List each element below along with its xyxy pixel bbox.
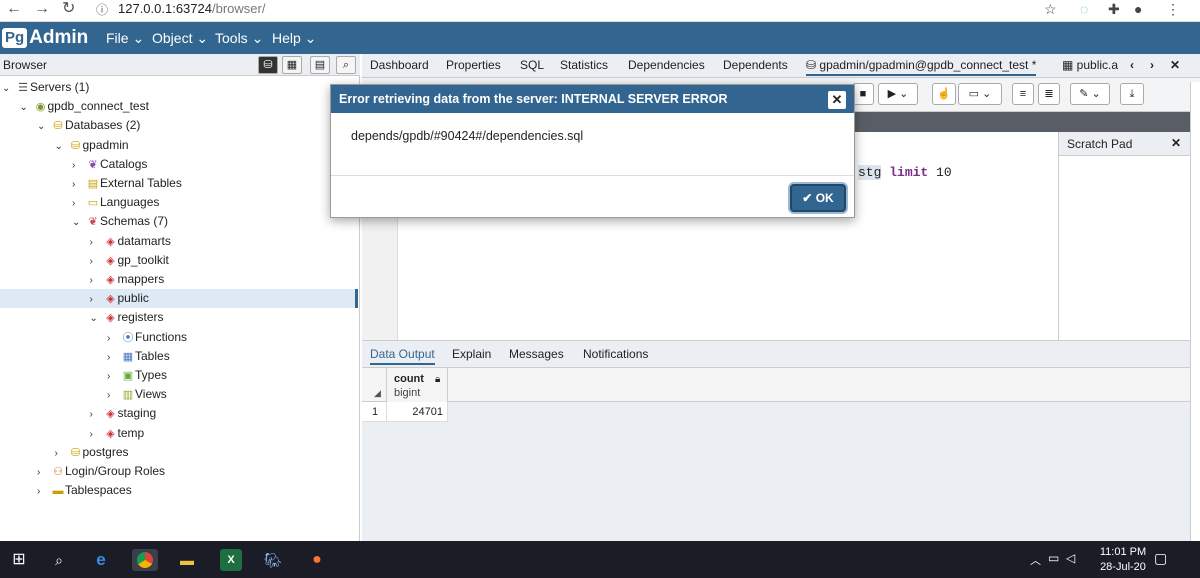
file-explorer-icon[interactable]: ▬ [176,549,198,571]
account-icon[interactable]: ● [1134,0,1142,18]
menu-dots-icon[interactable]: ⋮ [1166,0,1180,18]
menu-object[interactable]: Object ⌄ [152,29,208,47]
chrome-icon[interactable] [132,549,158,571]
notifications-icon[interactable]: ▢ [1154,550,1167,567]
pgadmin-logo: Pg Admin [2,26,88,50]
excel-icon[interactable]: X [220,549,242,571]
forward-arrow-icon[interactable]: → [34,0,50,18]
search-icon[interactable]: ⌕ [48,549,70,571]
check-icon: ✔ [802,191,816,205]
back-arrow-icon[interactable]: ← [6,0,22,18]
internet-explorer-icon[interactable]: e [90,549,112,571]
windows-start-icon[interactable]: ⊞ [8,549,30,571]
dialog-title: Error retrieving data from the server: I… [339,92,728,106]
tray-chevron-icon[interactable]: ︿ [1030,552,1041,568]
dialog-header: Error retrieving data from the server: I… [331,85,854,113]
app-navbar: Pg Admin File ⌄ Object ⌄ Tools ⌄ Help ⌄ [0,22,1200,54]
network-icon[interactable]: ▭ [1048,551,1059,565]
ok-button[interactable]: ✔ OK [790,184,846,212]
pgadmin-elephant-icon[interactable]: 🐘︎ [262,549,284,571]
firefox-icon[interactable]: ● [306,549,328,571]
bookmark-star-icon[interactable]: ☆ [1044,0,1057,18]
windows-taskbar: ⊞ ⌕ e ▬ X 🐘︎ ● ︿ ▭ ◁ 11:01 PM 28-Jul-20 … [0,541,1200,578]
dialog-message: depends/gpdb/#90424#/dependencies.sql [351,129,584,143]
url-text[interactable]: 127.0.0.1:63724/browser/ [118,1,265,17]
extension-icon[interactable]: ◌ [1080,0,1088,18]
dialog-footer: ✔ OK [331,175,854,218]
close-icon[interactable]: ✕ [828,91,846,109]
menu-help[interactable]: Help ⌄ [272,29,316,47]
system-clock[interactable]: 11:01 PM 28-Jul-20 [1098,545,1148,575]
puzzle-icon[interactable]: ✚ [1108,0,1120,18]
browser-url-bar: ← → ↻ ⓘ 127.0.0.1:63724/browser/ ☆ ◌ ✚ ●… [0,0,1200,22]
menu-tools[interactable]: Tools ⌄ [215,29,263,47]
menu-file[interactable]: File ⌄ [106,29,144,47]
reload-icon[interactable]: ↻ [62,0,75,18]
error-dialog: Error retrieving data from the server: I… [330,84,855,218]
info-icon[interactable]: ⓘ [96,1,108,19]
volume-muted-icon[interactable]: ◁ [1066,551,1075,565]
